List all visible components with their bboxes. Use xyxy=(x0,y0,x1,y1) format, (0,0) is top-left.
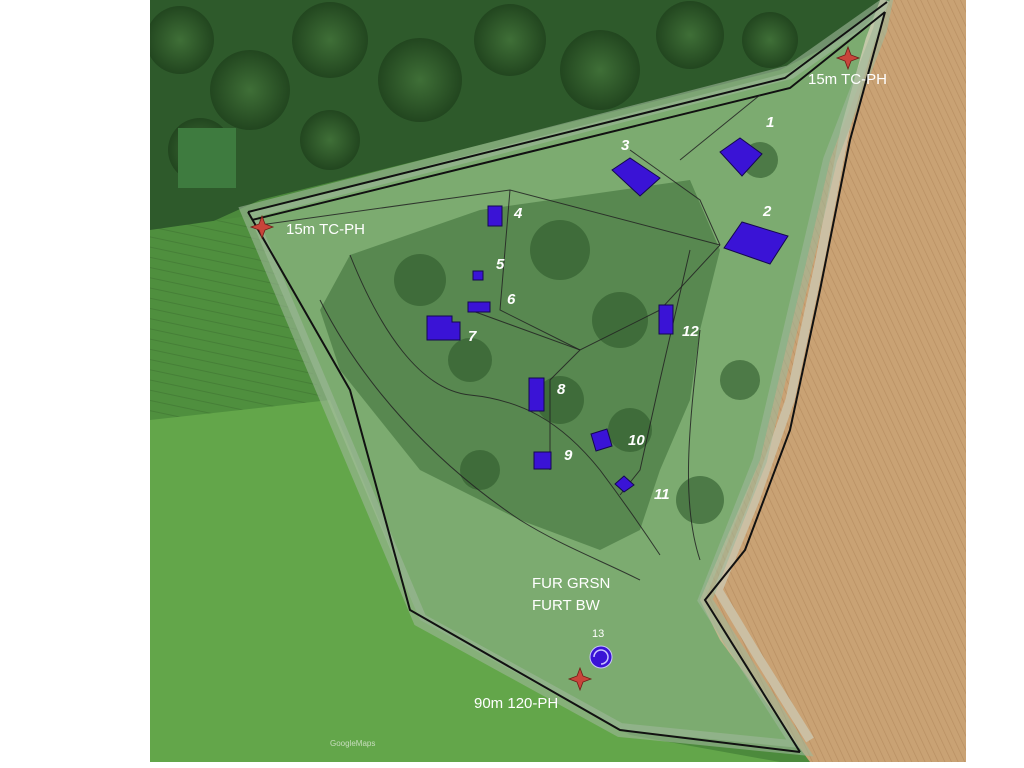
building-5[interactable] xyxy=(472,270,484,281)
label-building-11: 11 xyxy=(654,486,670,503)
marker-ne-label: 15m TC-PH xyxy=(808,71,887,88)
marker-south-label: 90m 120-PH xyxy=(474,695,558,712)
forest-clearing xyxy=(178,128,236,188)
label-building-2: 2 xyxy=(762,203,772,220)
label-building-3: 3 xyxy=(621,137,630,154)
map-view[interactable]: 1 2 3 4 5 6 7 8 9 10 11 12 13 15m TC-PH … xyxy=(150,0,966,762)
building-4[interactable] xyxy=(487,205,503,227)
label-building-12: 12 xyxy=(682,323,699,340)
building-13[interactable] xyxy=(589,645,613,669)
label-building-1: 1 xyxy=(766,114,774,131)
building-12[interactable] xyxy=(658,304,674,335)
building-6[interactable] xyxy=(467,301,491,313)
label-building-8: 8 xyxy=(557,381,566,398)
label-building-5: 5 xyxy=(496,256,505,273)
label-building-7: 7 xyxy=(468,328,477,345)
label-building-13: 13 xyxy=(592,628,604,640)
site-label-line1: FUR GRSN xyxy=(532,575,610,592)
label-building-10: 10 xyxy=(628,432,645,449)
building-8[interactable] xyxy=(528,377,545,412)
map-watermark: GoogleMaps xyxy=(330,739,375,748)
site-label-line2: FURT BW xyxy=(532,597,601,614)
label-building-4: 4 xyxy=(513,205,523,222)
label-building-9: 9 xyxy=(564,447,573,464)
label-building-6: 6 xyxy=(507,291,516,308)
satellite-map[interactable]: 1 2 3 4 5 6 7 8 9 10 11 12 13 15m TC-PH … xyxy=(150,0,966,762)
building-9[interactable] xyxy=(533,451,552,470)
marker-west-label: 15m TC-PH xyxy=(286,221,365,238)
